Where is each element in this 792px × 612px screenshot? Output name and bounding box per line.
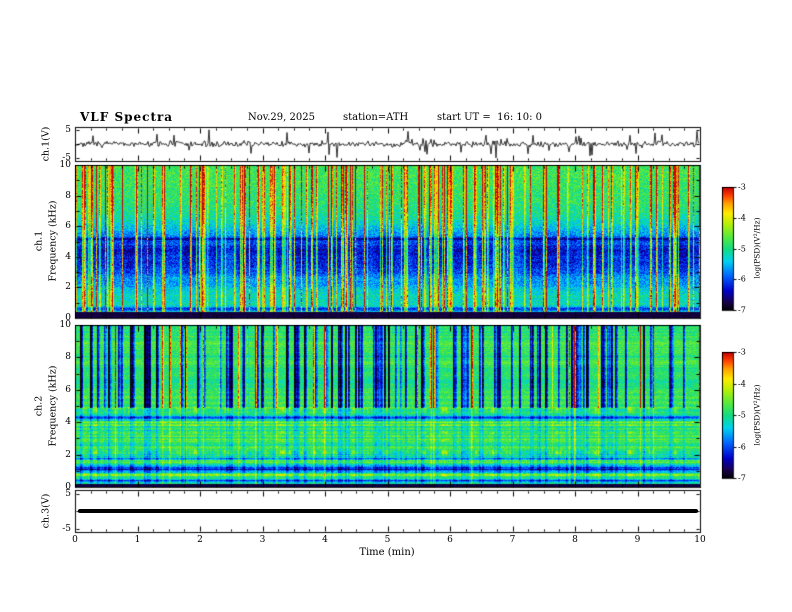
- tick-label: 8: [572, 535, 578, 545]
- tick-label: -5: [738, 410, 746, 420]
- axes-overlay: [0, 0, 792, 612]
- tick-label: 4: [65, 417, 71, 428]
- tick-label: -7: [738, 473, 746, 483]
- tick-label: -6: [738, 274, 746, 284]
- tick-label: -4: [738, 379, 746, 388]
- tick-label: 3: [259, 535, 266, 545]
- tick-label: 1: [134, 535, 141, 545]
- tick-label: 5: [65, 124, 71, 135]
- tick-label: -7: [738, 305, 746, 315]
- tick-label: 6: [447, 535, 453, 545]
- tick-label: 5: [65, 488, 71, 499]
- tick-label: 6: [65, 384, 71, 395]
- tick-label: 8: [65, 352, 71, 363]
- tick-label: -4: [738, 213, 746, 223]
- tick-label: 5: [384, 535, 391, 545]
- tick-label: 10: [59, 160, 71, 170]
- tick-label: 10: [59, 320, 71, 330]
- tick-label: 9: [634, 535, 641, 545]
- tick-label: -5: [738, 244, 746, 253]
- tick-label: 2: [197, 535, 203, 545]
- tick-label: 6: [65, 221, 71, 232]
- tick-label: 7: [509, 535, 516, 545]
- tick-label: -6: [738, 442, 746, 451]
- tick-label: 4: [65, 251, 71, 262]
- tick-label: 2: [65, 282, 71, 293]
- tick-label: 0: [72, 535, 78, 545]
- tick-label: -3: [738, 347, 746, 357]
- tick-label: 2: [65, 449, 71, 460]
- tick-label: 10: [694, 535, 706, 545]
- vlf-spectra-figure: VLF Spectra Nov.29, 2025 station=ATH sta…: [0, 0, 792, 612]
- tick-label: 4: [322, 535, 328, 545]
- tick-label: -5: [62, 523, 71, 534]
- tick-label: 8: [65, 190, 71, 201]
- tick-label: -3: [738, 182, 746, 192]
